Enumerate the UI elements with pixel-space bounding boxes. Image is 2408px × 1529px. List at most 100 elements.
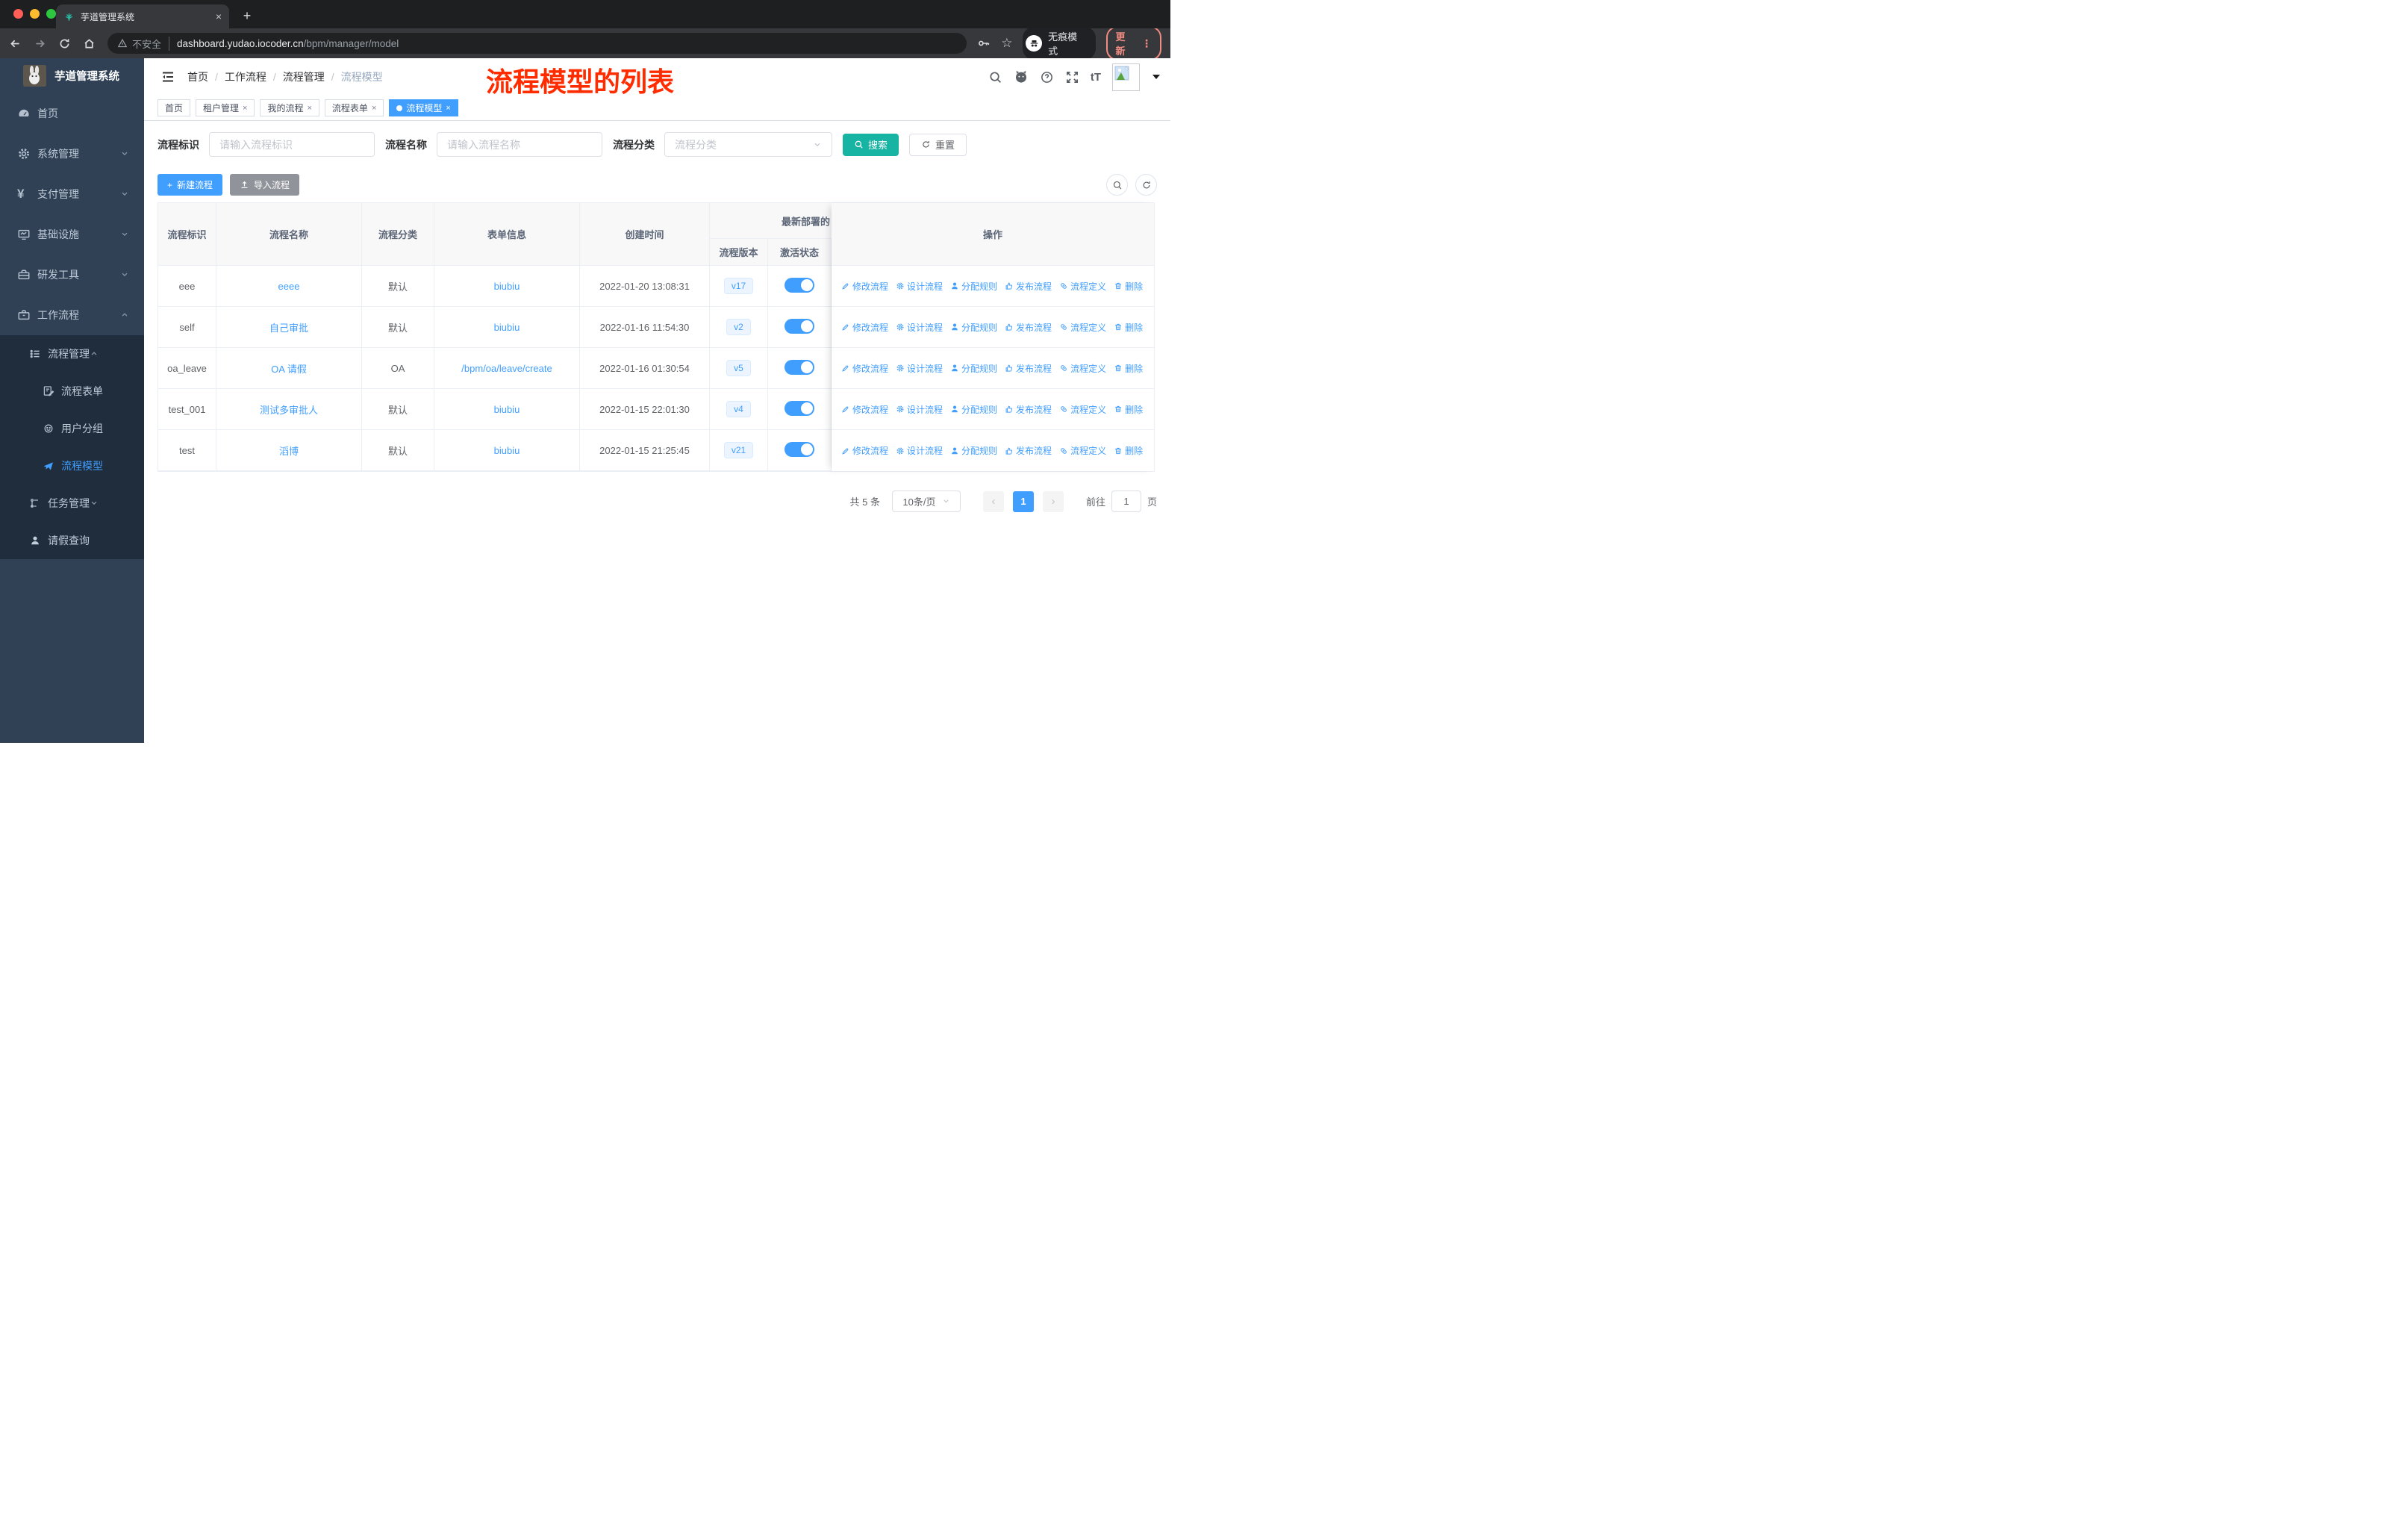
process-definition-link[interactable]: 流程定义 <box>1059 321 1106 334</box>
delete-process-link[interactable]: 删除 <box>1114 321 1143 334</box>
sidebar-item-user-group[interactable]: 用户分组 <box>0 410 144 447</box>
menu-fold-icon[interactable] <box>160 69 175 84</box>
avatar[interactable] <box>1112 63 1140 91</box>
breadcrumb-item[interactable]: 工作流程 <box>225 69 266 84</box>
new-tab-button[interactable]: + <box>237 7 257 26</box>
design-process-link[interactable]: 设计流程 <box>896 321 943 334</box>
tag-close-icon[interactable]: × <box>446 104 450 113</box>
back-icon[interactable] <box>9 37 22 50</box>
tag-process-model[interactable]: 流程模型 × <box>389 99 458 116</box>
edit-process-link[interactable]: 修改流程 <box>841 403 888 416</box>
sidebar-item-task-mgmt[interactable]: 任务管理 <box>0 485 144 522</box>
form-info-link[interactable]: biubiu <box>494 445 520 456</box>
page-size-select[interactable]: 10条/页 <box>891 491 961 512</box>
tag-close-icon[interactable]: × <box>307 104 311 113</box>
url-field[interactable]: 不安全 dashboard.yudao.iocoder.cn/bpm/manag… <box>107 33 967 54</box>
process-id-input[interactable] <box>209 132 375 157</box>
edit-process-link[interactable]: 修改流程 <box>841 362 888 375</box>
sidebar-item-process-model[interactable]: 流程模型 <box>0 447 144 485</box>
edit-process-link[interactable]: 修改流程 <box>841 280 888 293</box>
publish-process-link[interactable]: 发布流程 <box>1005 362 1052 375</box>
process-name-link[interactable]: OA 请假 <box>271 364 307 375</box>
update-button[interactable]: 更新 ⋮ <box>1105 26 1161 60</box>
form-info-link[interactable]: /bpm/oa/leave/create <box>461 363 552 374</box>
create-process-button[interactable]: + 新建流程 <box>157 174 223 196</box>
tab-close-icon[interactable]: × <box>216 10 222 22</box>
version-tag[interactable]: v2 <box>726 319 751 335</box>
assign-rule-link[interactable]: 分配规则 <box>950 444 997 457</box>
process-definition-link[interactable]: 流程定义 <box>1059 362 1106 375</box>
version-tag[interactable]: v5 <box>726 360 751 376</box>
design-process-link[interactable]: 设计流程 <box>896 403 943 416</box>
status-toggle[interactable] <box>785 359 814 375</box>
key-icon[interactable] <box>977 37 991 50</box>
tag-close-icon[interactable]: × <box>372 104 376 113</box>
search-button[interactable]: 搜索 <box>843 133 899 156</box>
design-process-link[interactable]: 设计流程 <box>896 280 943 293</box>
version-tag[interactable]: v21 <box>723 442 754 458</box>
sidebar-item-system[interactable]: 系统管理 <box>0 134 144 174</box>
process-name-link[interactable]: 测试多审批人 <box>260 405 318 416</box>
sidebar-item-home[interactable]: 首页 <box>0 93 144 134</box>
current-page-button[interactable]: 1 <box>1012 491 1034 512</box>
delete-process-link[interactable]: 删除 <box>1114 444 1143 457</box>
edit-process-link[interactable]: 修改流程 <box>841 321 888 334</box>
security-chip[interactable]: 不安全 <box>117 36 170 51</box>
status-toggle[interactable] <box>785 277 814 293</box>
publish-process-link[interactable]: 发布流程 <box>1005 403 1052 416</box>
version-tag[interactable]: v4 <box>726 401 751 417</box>
breadcrumb-item[interactable]: 流程管理 <box>283 69 325 84</box>
minimize-window-button[interactable] <box>30 9 40 19</box>
tag-home[interactable]: 首页 <box>157 99 191 116</box>
assign-rule-link[interactable]: 分配规则 <box>950 403 997 416</box>
edit-process-link[interactable]: 修改流程 <box>841 444 888 457</box>
sidebar-item-payment[interactable]: ¥ 支付管理 <box>0 174 144 214</box>
prev-page-button[interactable]: ‹ <box>982 491 1004 512</box>
breadcrumb-item[interactable]: 首页 <box>187 69 208 84</box>
assign-rule-link[interactable]: 分配规则 <box>950 280 997 293</box>
design-process-link[interactable]: 设计流程 <box>896 362 943 375</box>
tag-my-process[interactable]: 我的流程 × <box>260 99 319 116</box>
sidebar-item-process-mgmt[interactable]: 流程管理 <box>0 335 144 373</box>
process-name-link[interactable]: eeee <box>278 281 300 292</box>
next-page-button[interactable]: › <box>1042 491 1064 512</box>
hide-search-button[interactable] <box>1106 174 1128 196</box>
publish-process-link[interactable]: 发布流程 <box>1005 444 1052 457</box>
form-info-link[interactable]: biubiu <box>494 404 520 415</box>
process-definition-link[interactable]: 流程定义 <box>1059 403 1106 416</box>
sidebar-item-devtools[interactable]: 研发工具 <box>0 255 144 295</box>
font-size-icon[interactable]: tT <box>1091 71 1101 84</box>
goto-page-input[interactable] <box>1111 491 1141 512</box>
caret-down-icon[interactable] <box>1152 75 1160 79</box>
form-info-link[interactable]: biubiu <box>494 281 520 292</box>
delete-process-link[interactable]: 删除 <box>1114 403 1143 416</box>
publish-process-link[interactable]: 发布流程 <box>1005 280 1052 293</box>
help-icon[interactable] <box>1040 70 1054 84</box>
tag-tenant[interactable]: 租户管理 × <box>196 99 255 116</box>
reset-button[interactable]: 重置 <box>909 133 967 156</box>
browser-tab[interactable]: 芋道管理系统 × <box>56 4 229 28</box>
sidebar-item-leave-query[interactable]: 请假查询 <box>0 522 144 559</box>
home-icon[interactable] <box>83 37 96 50</box>
status-toggle[interactable] <box>785 400 814 416</box>
reload-icon[interactable] <box>58 37 71 50</box>
tag-close-icon[interactable]: × <box>243 104 247 113</box>
close-window-button[interactable] <box>13 9 23 19</box>
process-definition-link[interactable]: 流程定义 <box>1059 280 1106 293</box>
assign-rule-link[interactable]: 分配规则 <box>950 362 997 375</box>
process-definition-link[interactable]: 流程定义 <box>1059 444 1106 457</box>
status-toggle[interactable] <box>785 318 814 334</box>
process-name-input[interactable] <box>437 132 602 157</box>
category-select[interactable]: 流程分类 <box>664 132 832 157</box>
github-icon[interactable] <box>1014 69 1029 84</box>
delete-process-link[interactable]: 删除 <box>1114 280 1143 293</box>
fullscreen-icon[interactable] <box>1065 70 1079 84</box>
publish-process-link[interactable]: 发布流程 <box>1005 321 1052 334</box>
sidebar-item-process-form[interactable]: 流程表单 <box>0 373 144 410</box>
delete-process-link[interactable]: 删除 <box>1114 362 1143 375</box>
bookmark-star-icon[interactable]: ☆ <box>1001 36 1012 51</box>
design-process-link[interactable]: 设计流程 <box>896 444 943 457</box>
refresh-table-button[interactable] <box>1135 174 1157 196</box>
process-name-link[interactable]: 滔博 <box>279 446 299 457</box>
sidebar-item-workflow[interactable]: 工作流程 <box>0 295 144 335</box>
